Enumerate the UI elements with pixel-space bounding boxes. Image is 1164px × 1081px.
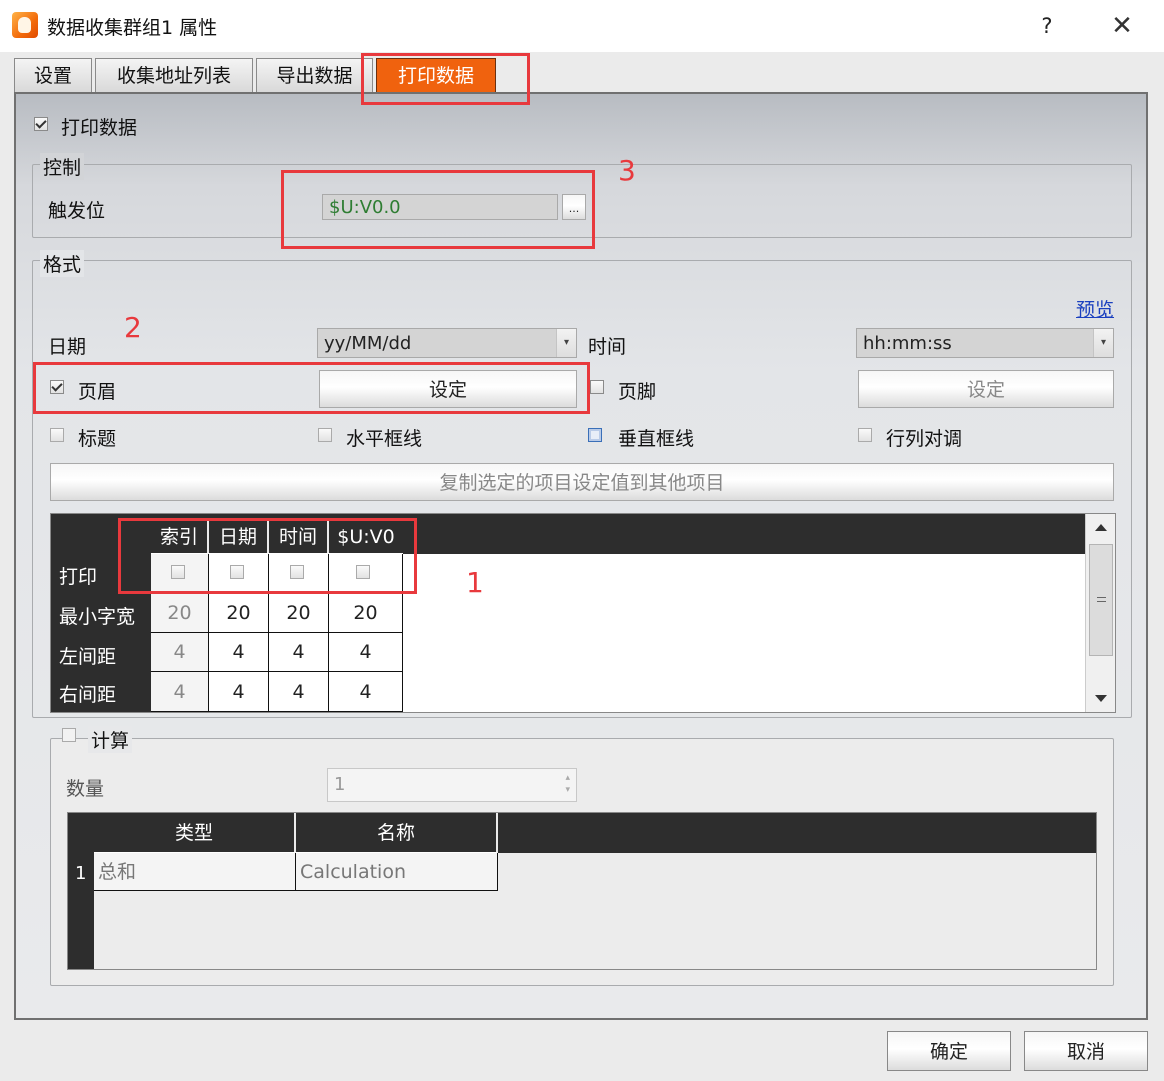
annotation-number-3: 3 — [618, 154, 636, 187]
grid-row-left-margin: 左间距 — [59, 646, 117, 668]
grid-cell[interactable]: 20 — [329, 594, 403, 633]
annotation-number-2: 2 — [124, 311, 142, 344]
count-label: 数量 — [66, 778, 105, 800]
grid-cell[interactable]: 4 — [151, 633, 209, 672]
hline-label: 水平框线 — [346, 428, 423, 450]
grid-scrollbar[interactable] — [1085, 514, 1115, 712]
footer-label: 页脚 — [618, 381, 657, 403]
date-format-select[interactable]: yy/MM/dd ▾ — [317, 328, 577, 358]
ok-button[interactable]: 确定 — [887, 1031, 1011, 1071]
calc-col-type[interactable]: 类型 — [94, 813, 296, 853]
calc-row-index: 1 — [75, 863, 87, 884]
grid-cell[interactable]: 4 — [269, 633, 329, 672]
scroll-down-icon[interactable] — [1095, 695, 1107, 702]
chevron-down-icon: ▾ — [1093, 329, 1113, 357]
scroll-up-icon[interactable] — [1095, 524, 1107, 531]
preview-link[interactable]: 预览 — [1076, 295, 1114, 322]
control-group-title: 控制 — [40, 153, 85, 180]
copy-settings-button[interactable]: 复制选定的项目设定值到其他项目 — [50, 463, 1114, 501]
annotation-box-header — [33, 362, 590, 414]
help-button[interactable]: ? — [1030, 8, 1064, 44]
tab-collect-address-list[interactable]: 收集地址列表 — [95, 58, 253, 93]
title-checkbox[interactable] — [50, 428, 64, 442]
grid-cell[interactable]: 20 — [209, 594, 269, 633]
swap-label: 行列对调 — [886, 428, 963, 450]
scroll-thumb[interactable] — [1089, 544, 1113, 656]
print-data-checkbox[interactable] — [34, 117, 48, 131]
print-data-label: 打印数据 — [61, 117, 138, 139]
grid-cell[interactable]: 4 — [209, 672, 269, 712]
calculation-table: 类型 名称 1 总和 Calculation — [67, 812, 1097, 970]
calculation-title: 计算 — [88, 726, 133, 753]
grid-cell[interactable]: 20 — [269, 594, 329, 633]
stepper-arrows-icon[interactable]: ▴ ▾ — [565, 772, 570, 796]
time-format-select[interactable]: hh:mm:ss ▾ — [856, 328, 1114, 358]
count-stepper[interactable]: 1 ▴ ▾ — [327, 768, 577, 802]
annotation-box-tab — [361, 53, 530, 105]
calculation-checkbox[interactable] — [62, 728, 76, 742]
grid-cell[interactable]: 4 — [151, 672, 209, 712]
count-value: 1 — [334, 774, 346, 795]
grid-cell[interactable]: 4 — [329, 672, 403, 712]
date-format-value: yy/MM/dd — [324, 333, 412, 354]
footer-set-button[interactable]: 设定 — [858, 370, 1114, 408]
date-label: 日期 — [48, 336, 87, 358]
vline-label: 垂直框线 — [618, 428, 695, 450]
format-group-title: 格式 — [40, 250, 85, 277]
grid-row-right-margin: 右间距 — [59, 684, 117, 706]
vline-checkbox[interactable] — [588, 428, 602, 442]
footer-checkbox[interactable] — [590, 380, 604, 394]
calc-col-name[interactable]: 名称 — [296, 813, 498, 853]
grid-cell[interactable]: 20 — [151, 594, 209, 633]
annotation-box-columns — [118, 518, 417, 594]
tab-export-data[interactable]: 导出数据 — [256, 58, 373, 93]
grid-row-min-width: 最小字宽 — [59, 606, 136, 628]
time-format-value: hh:mm:ss — [863, 333, 952, 354]
tab-settings[interactable]: 设置 — [14, 58, 92, 93]
title-bar: 数据收集群组1 属性 ? ✕ — [0, 0, 1164, 52]
annotation-box-trigger — [281, 170, 595, 249]
close-button[interactable]: ✕ — [1100, 8, 1144, 44]
calc-cell-type[interactable]: 总和 — [94, 853, 296, 891]
chevron-down-icon: ▾ — [556, 329, 576, 357]
app-icon — [12, 12, 38, 38]
grid-cell[interactable]: 4 — [209, 633, 269, 672]
time-label: 时间 — [588, 336, 627, 358]
swap-rows-cols-checkbox[interactable] — [858, 428, 872, 442]
window-title: 数据收集群组1 属性 — [47, 17, 218, 39]
cancel-button[interactable]: 取消 — [1024, 1031, 1148, 1071]
grip-icon — [1097, 597, 1106, 602]
calc-cell-name[interactable]: Calculation — [296, 853, 498, 891]
grid-cell[interactable]: 4 — [329, 633, 403, 672]
title-check-label: 标题 — [78, 428, 117, 450]
calc-row-header-column — [68, 813, 94, 969]
annotation-number-1: 1 — [466, 566, 484, 599]
hline-checkbox[interactable] — [318, 428, 332, 442]
trigger-label: 触发位 — [48, 200, 106, 222]
grid-cell[interactable]: 4 — [269, 672, 329, 712]
grid-row-print: 打印 — [59, 566, 98, 588]
